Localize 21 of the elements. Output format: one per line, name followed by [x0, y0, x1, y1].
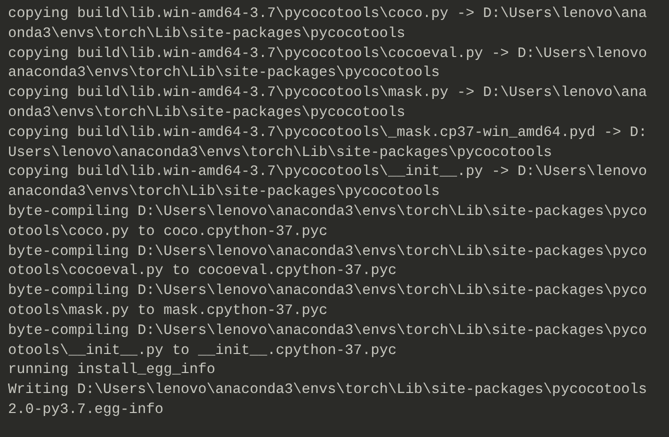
terminal-line: byte-compiling D:\Users\lenovo\anaconda3\envs\torch\Lib\site-packages\pyco: [8, 202, 648, 222]
terminal-line: onda3\envs\torch\Lib\site-packages\pycocotools: [8, 24, 406, 44]
terminal-line: copying build\lib.win-amd64-3.7\pycocotools\__init__.py -> D:\Users\lenovo: [8, 163, 648, 182]
terminal-line: onda3\envs\torch\Lib\site-packages\pycocotools: [8, 104, 406, 123]
terminal-line: running install_egg_info: [8, 361, 216, 380]
terminal-line: byte-compiling D:\Users\lenovo\anaconda3\envs\torch\Lib\site-packages\pyco: [8, 322, 648, 341]
terminal-line: otools\mask.py to mask.cpython-37.pyc: [8, 302, 328, 321]
terminal-line: anaconda3\envs\torch\Lib\site-packages\pycocotools: [8, 64, 440, 84]
terminal-line: copying build\lib.win-amd64-3.7\pycocotools\mask.py -> D:\Users\lenovo\ana: [8, 84, 648, 104]
terminal-line: anaconda3\envs\torch\Lib\site-packages\pycocotools: [8, 183, 440, 202]
terminal-line: copying build\lib.win-amd64-3.7\pycocotools\coco.py -> D:\Users\lenovo\ana: [8, 5, 648, 24]
terminal-line: Users\lenovo\anaconda3\envs\torch\Lib\site-packages\pycocotools: [8, 144, 552, 163]
terminal-line: otools\cocoeval.py to cocoeval.cpython-37.pyc: [8, 262, 397, 282]
terminal-line: byte-compiling D:\Users\lenovo\anaconda3\envs\torch\Lib\site-packages\pyco: [8, 242, 648, 262]
terminal-line: 2.0-py3.7.egg-info: [8, 400, 164, 420]
terminal-line: otools\coco.py to coco.cpython-37.pyc: [8, 222, 328, 242]
terminal-line: copying build\lib.win-amd64-3.7\pycocotools\cocoeval.py -> D:\Users\lenovo: [8, 44, 648, 64]
terminal-line: otools\__init__.py to __init__.cpython-37.pyc: [8, 342, 397, 361]
terminal-line: byte-compiling D:\Users\lenovo\anaconda3\envs\torch\Lib\site-packages\pyco: [8, 282, 648, 302]
terminal-line: Writing D:\Users\lenovo\anaconda3\envs\torch\Lib\site-packages\pycocotools: [8, 381, 648, 400]
terminal-line: copying build\lib.win-amd64-3.7\pycocotools\_mask.cp37-win_amd64.pyd -> D:: [8, 124, 648, 143]
